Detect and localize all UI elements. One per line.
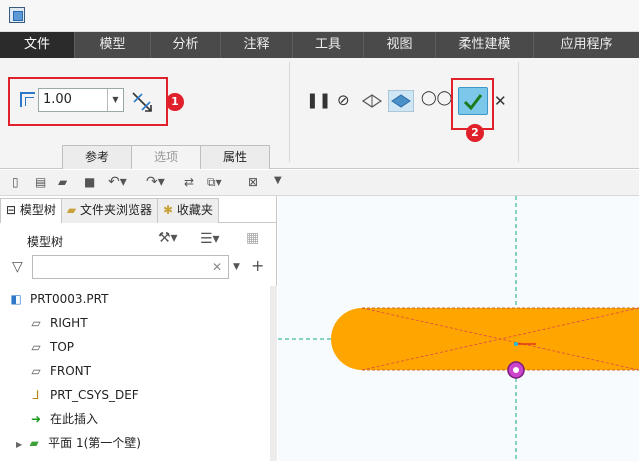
tab-label: 模型树	[19, 203, 56, 217]
tree-scrollbar[interactable]	[270, 286, 277, 461]
folder-icon: ▰	[66, 203, 80, 217]
tree-item-label: PRT_CSYS_DEF	[50, 388, 139, 402]
tree-item-label: 平面 1(第一个壁)	[48, 436, 141, 450]
step-badge-1: 1	[166, 93, 184, 111]
tree-item-label: 在此插入	[50, 412, 99, 426]
coordinate-system-icon: ⅃	[32, 388, 40, 402]
thickness-icon[interactable]	[20, 92, 35, 107]
filter-dropdown-icon[interactable]: ▼	[233, 262, 240, 272]
tree-item-right[interactable]: ▱ RIGHT	[28, 313, 88, 333]
tree-item-planar-wall[interactable]: ▶ ▰ 平面 1(第一个壁)	[16, 433, 141, 453]
show-options-icon[interactable]: ☰▾	[200, 231, 220, 247]
model-tree-title: 模型树	[27, 235, 64, 249]
regenerate-icon[interactable]: ⇄	[184, 175, 194, 189]
tree-icon: ⊟	[6, 203, 20, 217]
preview-wireframe-icon[interactable]	[361, 92, 383, 110]
add-icon[interactable]: +	[251, 256, 264, 275]
tab-label: 收藏夹	[176, 203, 213, 217]
step-badge-2: 2	[466, 124, 484, 142]
redo-icon[interactable]: ↷▾	[146, 174, 165, 190]
tree-item-front[interactable]: ▱ FRONT	[28, 361, 91, 381]
tab-references[interactable]: 参考	[62, 145, 133, 169]
tree-item-label: TOP	[50, 340, 75, 354]
tab-favorites[interactable]: ✱ 收藏夹	[156, 198, 219, 223]
new-file-icon[interactable]: ▯	[12, 175, 19, 189]
tree-search-input[interactable]: ✕	[32, 255, 229, 279]
model-canvas	[278, 196, 639, 461]
menu-applications[interactable]: 应用程序	[534, 32, 639, 58]
glasses-icon[interactable]: ◯◯	[421, 90, 452, 106]
tree-item-label: FRONT	[50, 364, 91, 378]
expand-arrow-icon[interactable]: ▶	[16, 440, 22, 449]
tree-item-label: PRT0003.PRT	[30, 292, 109, 306]
tree-item-insert-here[interactable]: ➜ 在此插入	[28, 409, 98, 429]
ribbon-separator	[289, 62, 290, 162]
columns-icon[interactable]: ▦	[246, 230, 259, 246]
tab-properties[interactable]: 属性	[200, 145, 271, 169]
quick-access-toolbar: ▯ ▤ ▰ ■ ↶▾ ↷▾ ⇄ ⧉▾ ⊠ ▼	[0, 170, 639, 196]
clear-icon[interactable]: ✕	[212, 260, 222, 274]
sheet-wall-preview[interactable]	[331, 308, 639, 370]
preview-shaded-icon[interactable]	[388, 90, 414, 112]
menu-tools[interactable]: 工具	[293, 32, 364, 58]
save-icon[interactable]: ■	[84, 175, 95, 189]
ribbon-separator	[518, 62, 519, 162]
filter-icon[interactable]: ▽	[12, 259, 23, 275]
tab-folder-browser[interactable]: ▰ 文件夹浏览器	[60, 198, 158, 223]
insert-arrow-icon: ➜	[30, 412, 42, 426]
menu-model[interactable]: 模型	[75, 32, 151, 58]
star-icon: ✱	[162, 203, 177, 217]
menu-view[interactable]: 视图	[364, 32, 436, 58]
print-icon[interactable]: ▤	[35, 175, 46, 189]
tree-item-csys[interactable]: ⅃ PRT_CSYS_DEF	[28, 385, 139, 405]
open-folder-icon[interactable]: ▰	[58, 175, 67, 189]
menu-annotate[interactable]: 注释	[221, 32, 293, 58]
navigator-tabs: ⊟ 模型树 ▰ 文件夹浏览器 ✱ 收藏夹	[0, 198, 277, 223]
ok-button[interactable]	[458, 87, 488, 115]
tree-settings-icon[interactable]: ⚒▾	[158, 230, 178, 246]
menu-bar: 文件 模型 分析 注释 工具 视图 柔性建模 应用程序	[0, 32, 639, 58]
cancel-icon[interactable]: ✕	[494, 92, 507, 110]
tab-model-tree[interactable]: ⊟ 模型树	[0, 198, 62, 223]
tree-item-label: RIGHT	[50, 316, 88, 330]
ribbon-tabs: 参考 选项 属性	[62, 145, 271, 169]
tab-label: 文件夹浏览器	[79, 203, 152, 217]
menu-flexible-modeling[interactable]: 柔性建模	[436, 32, 534, 58]
no-preview-icon[interactable]: ⊘	[337, 91, 350, 109]
tree-item-top[interactable]: ▱ TOP	[28, 337, 74, 357]
windows-icon[interactable]: ⧉▾	[207, 175, 222, 190]
sheetmetal-wall-icon: ▰	[29, 436, 39, 450]
flip-direction-icon[interactable]	[130, 90, 154, 114]
menu-file[interactable]: 文件	[0, 32, 75, 58]
pause-icon[interactable]: ❚❚	[306, 91, 331, 109]
graphics-area[interactable]	[278, 196, 639, 461]
datum-plane-icon: ▱	[31, 340, 41, 354]
checkmark-icon	[463, 94, 483, 111]
tree-item-part[interactable]: ◧ PRT0003.PRT	[8, 289, 108, 309]
title-bar	[0, 0, 639, 32]
undo-icon[interactable]: ↶▾	[108, 174, 127, 190]
part-icon: ◧	[10, 292, 22, 306]
thickness-value[interactable]: 1.00	[39, 89, 107, 111]
chevron-down-icon[interactable]: ▼	[107, 89, 123, 111]
close-window-icon[interactable]: ⊠	[248, 175, 258, 189]
thickness-field[interactable]: 1.00 ▼	[38, 88, 124, 112]
menu-analysis[interactable]: 分析	[151, 32, 221, 58]
datum-plane-icon: ▱	[31, 316, 41, 330]
toolbar-overflow-icon[interactable]: ▼	[274, 175, 282, 186]
datum-plane-icon: ▱	[31, 364, 41, 378]
app-icon[interactable]	[9, 7, 25, 23]
tab-options[interactable]: 选项	[131, 145, 202, 169]
